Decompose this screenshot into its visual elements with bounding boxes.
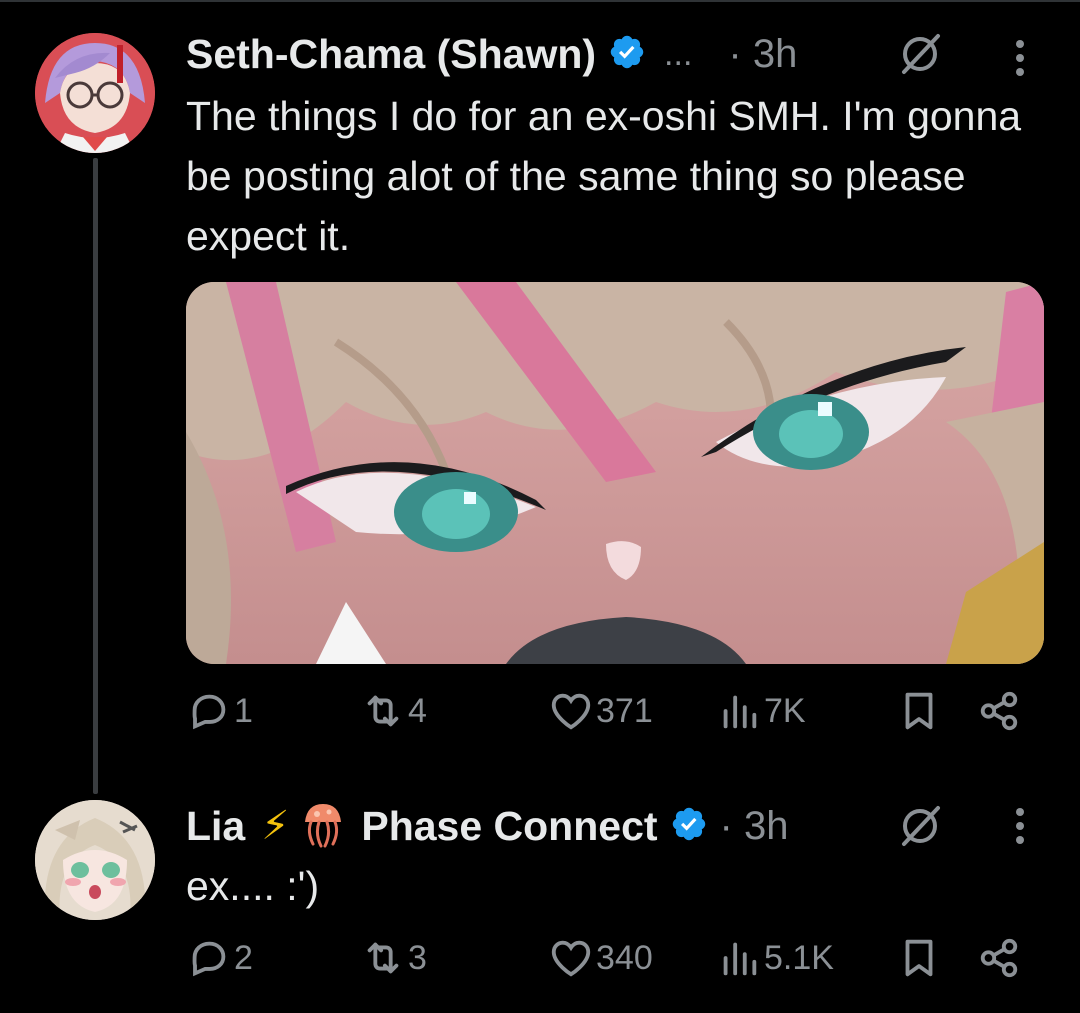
- tweet-text: ex.... :'): [186, 863, 320, 909]
- share-button[interactable]: [976, 935, 1022, 981]
- share-icon: [980, 938, 1018, 978]
- tweet-timestamp[interactable]: · 3h: [720, 804, 789, 849]
- more-options-icon[interactable]: [1008, 36, 1032, 85]
- tweet-header: Seth-Chama (Shawn) ... · 3h: [186, 26, 797, 82]
- avatar[interactable]: [35, 800, 155, 920]
- heart-icon: [551, 940, 591, 977]
- grok-icon[interactable]: [896, 802, 944, 855]
- author-name[interactable]: Seth-Chama (Shawn): [186, 31, 596, 78]
- author-name-suffix[interactable]: Phase Connect: [361, 803, 657, 850]
- bookmark-icon: [905, 939, 933, 977]
- reply-count: 1: [234, 691, 253, 730]
- repost-button[interactable]: 3: [360, 935, 427, 981]
- share-button[interactable]: [976, 688, 1022, 734]
- repost-icon: [367, 942, 399, 974]
- thread-connector-line: [93, 158, 98, 794]
- reply-icon: [192, 941, 226, 977]
- view-count: 7K: [764, 691, 806, 730]
- share-icon: [980, 691, 1018, 731]
- analytics-icon: [723, 942, 757, 976]
- avatar-image: [35, 33, 155, 153]
- author-truncation: ...: [664, 34, 693, 73]
- reply-count: 2: [234, 938, 253, 977]
- like-count: 371: [596, 691, 653, 730]
- tweet-text: The things I do for an ex-oshi SMH. I'm …: [186, 93, 1022, 259]
- view-count: 5.1K: [764, 938, 834, 977]
- reply-icon: [192, 694, 226, 730]
- tweet-media-image[interactable]: [186, 282, 1044, 664]
- tweet-actions: 1 4 371 7K: [186, 688, 1036, 748]
- grok-icon[interactable]: [896, 30, 944, 83]
- reply-button[interactable]: 1: [186, 688, 253, 734]
- analytics-icon: [723, 695, 757, 729]
- repost-count: 4: [408, 691, 427, 730]
- repost-icon: [367, 695, 399, 727]
- more-options-icon[interactable]: [1008, 804, 1032, 853]
- reply-button[interactable]: 2: [186, 935, 253, 981]
- repost-button[interactable]: 4: [360, 688, 427, 734]
- heart-icon: [551, 693, 591, 730]
- jellyfish-icon: [299, 800, 347, 853]
- tweet-header: Lia ⚡ Phase Connect · 3h: [186, 796, 788, 856]
- tweet-actions: 2 3 340 5.1K: [186, 935, 1036, 995]
- verified-badge-icon: [670, 805, 708, 848]
- repost-count: 3: [408, 938, 427, 977]
- views-button[interactable]: 7K: [716, 688, 806, 734]
- bookmark-icon: [905, 692, 933, 730]
- top-divider: [0, 0, 1080, 2]
- tweet-timestamp[interactable]: · 3h: [728, 32, 797, 77]
- bookmark-button[interactable]: [896, 935, 942, 981]
- like-button[interactable]: 340: [548, 935, 653, 981]
- like-button[interactable]: 371: [548, 688, 653, 734]
- avatar[interactable]: [35, 33, 155, 153]
- views-button[interactable]: 5.1K: [716, 935, 834, 981]
- like-count: 340: [596, 938, 653, 977]
- bookmark-button[interactable]: [896, 688, 942, 734]
- lightning-emoji: ⚡: [261, 804, 290, 848]
- author-name[interactable]: Lia: [186, 803, 245, 850]
- avatar-image: [35, 800, 155, 920]
- verified-badge-icon: [608, 33, 646, 76]
